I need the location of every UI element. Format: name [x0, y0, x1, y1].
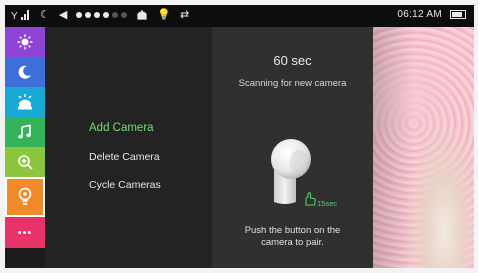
volume-dot — [76, 12, 83, 18]
add-camera-menu-item[interactable]: Add Camera — [89, 122, 154, 134]
live-camera-view — [373, 27, 474, 268]
music-button[interactable] — [5, 117, 45, 147]
hold-duration-label: 15sec — [317, 199, 338, 208]
status-icons-left: Y ☾ ◀ 💡 ⇄ — [11, 8, 189, 22]
monitor-alert-button[interactable] — [5, 87, 45, 117]
music-note-icon — [18, 124, 31, 139]
volume-level — [76, 12, 128, 18]
moon-icon — [18, 65, 31, 79]
camera-view-shade — [373, 27, 474, 268]
cycle-cameras-menu-item[interactable]: Cycle Cameras — [89, 179, 161, 191]
monitor-screen: Y ☾ ◀ 💡 ⇄ 06:12 AM ••• Add Camera Delete… — [5, 5, 474, 268]
volume-dot — [121, 12, 128, 18]
night-mode-button[interactable] — [5, 57, 45, 87]
zoom-in-icon — [18, 155, 33, 170]
svg-text:Y: Y — [11, 11, 18, 22]
zoom-button[interactable] — [5, 147, 45, 177]
clock: 06:12 AM — [397, 9, 442, 20]
bulb-icon — [18, 187, 32, 205]
volume-dot — [103, 12, 110, 18]
pairing-panel: 60 sec Scanning for new camera 15sec Pus… — [212, 27, 373, 268]
bulb-icon: 💡 — [157, 9, 172, 21]
delete-camera-menu-item[interactable]: Delete Camera — [89, 151, 160, 163]
more-dots-icon: ••• — [17, 226, 33, 239]
monitor-icon — [137, 10, 147, 20]
battery-icon — [450, 10, 466, 19]
sidebar: ••• — [5, 27, 45, 268]
volume-dot — [94, 12, 101, 18]
repeat-icon: ⇄ — [180, 9, 190, 21]
monitor-alert-icon — [18, 94, 32, 110]
scanning-status: Scanning for new camera — [238, 78, 347, 89]
brightness-button[interactable] — [5, 27, 45, 57]
camera-menu: Add Camera Delete Camera Cycle Cameras — [45, 27, 212, 268]
volume-dot — [85, 12, 92, 18]
status-icons-right: 06:12 AM — [397, 9, 466, 20]
hand-press-icon — [305, 192, 316, 206]
status-bar: Y ☾ ◀ 💡 ⇄ 06:12 AM — [5, 5, 474, 27]
volume-dot — [112, 12, 119, 18]
moon-icon: ☾ — [40, 9, 50, 21]
pair-instruction: Push the button on the camera to pair. — [244, 225, 341, 248]
more-button[interactable]: ••• — [5, 217, 45, 248]
speaker-icon: ◀ — [58, 9, 68, 21]
pairing-countdown: 60 sec — [273, 53, 312, 68]
light-button[interactable] — [5, 177, 45, 217]
brightness-icon — [17, 34, 33, 50]
signal-icon: Y — [11, 10, 29, 22]
